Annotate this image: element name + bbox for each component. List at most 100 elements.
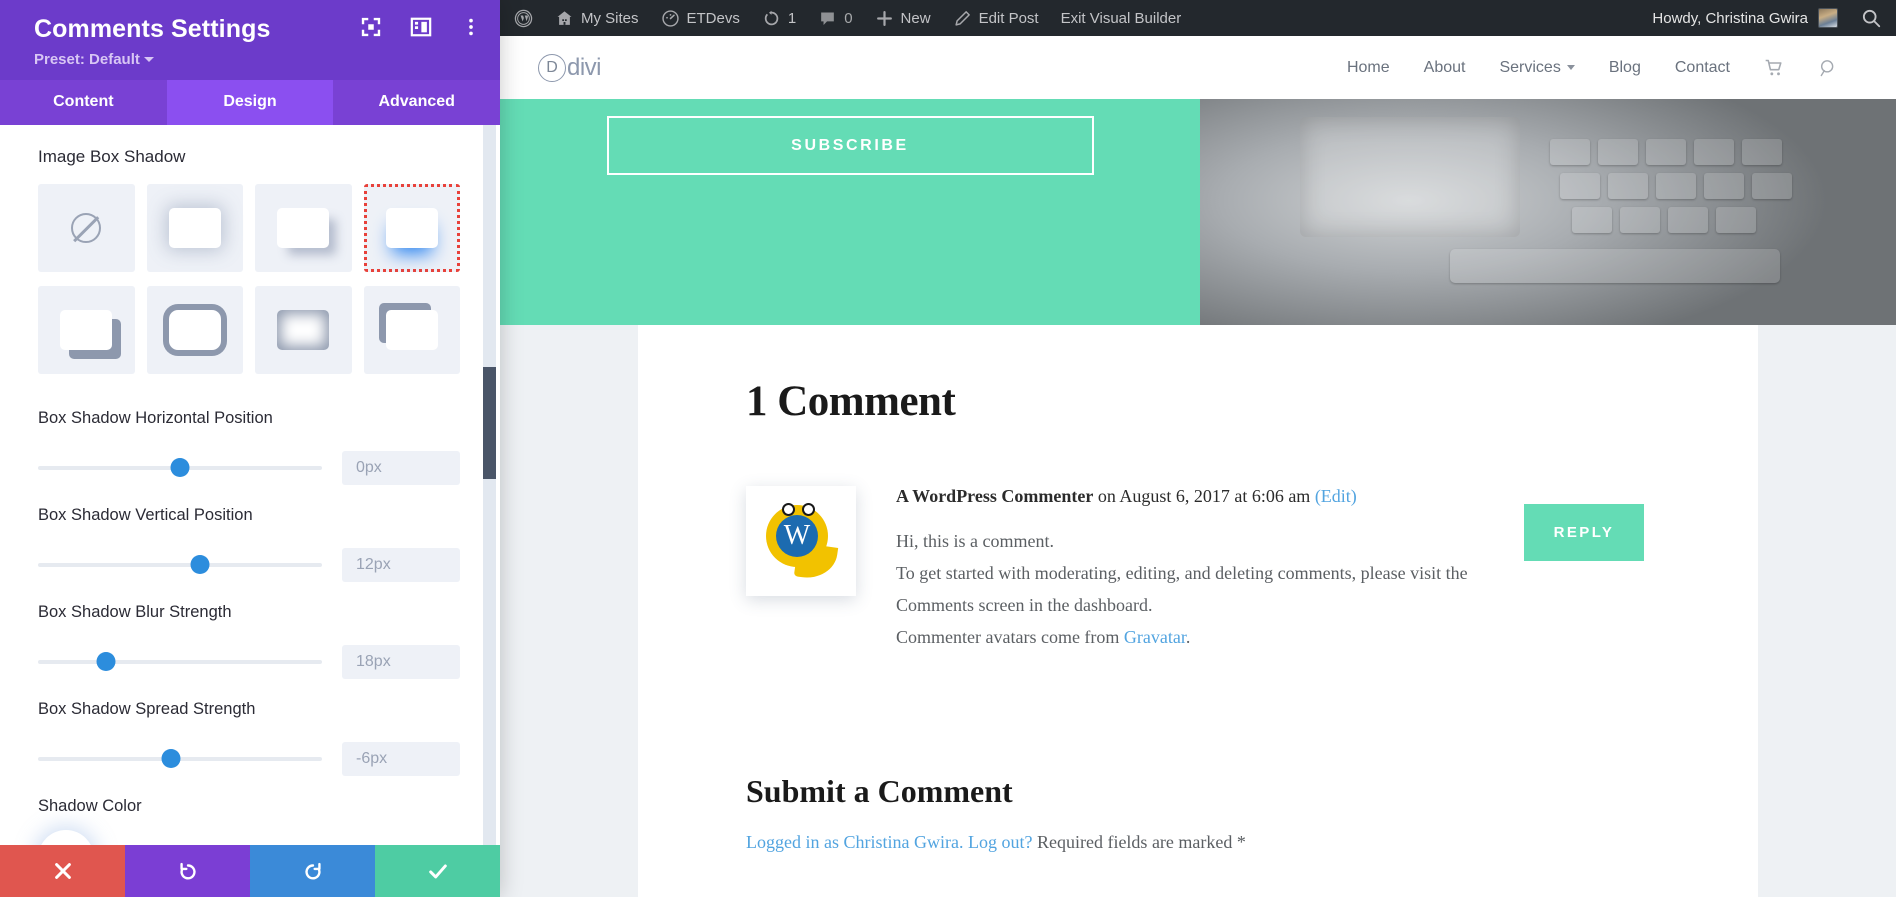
blur-strength-value[interactable]: 18px: [342, 645, 460, 680]
adminbar-new[interactable]: New: [864, 0, 942, 36]
vertical-position-value[interactable]: 12px: [342, 548, 460, 583]
adminbar-updates-count: 1: [787, 9, 797, 27]
site-header: D divi Home About Services Blog Contact: [500, 36, 1896, 99]
slider-track: [38, 563, 322, 568]
settings-panel-body: Image Box Shadow Box Shadow Horizontal P…: [0, 125, 500, 845]
preset-no-shadow[interactable]: [38, 184, 135, 272]
slider-thumb[interactable]: [190, 555, 210, 575]
adminbar-site-name[interactable]: ETDevs: [650, 0, 751, 36]
adminbar-exit-visual-builder[interactable]: Exit Visual Builder: [1050, 0, 1193, 36]
key-decor: [1694, 139, 1734, 165]
comments-settings-panel: Comments Settings Preset: Default Conten…: [0, 0, 501, 897]
blur-strength-slider[interactable]: [38, 651, 322, 673]
shadow-swatch: [385, 310, 438, 350]
slider-thumb[interactable]: [96, 652, 116, 672]
gravatar-link[interactable]: Gravatar: [1124, 627, 1186, 647]
search-icon[interactable]: [1818, 58, 1838, 78]
field-label: Box Shadow Vertical Position: [38, 506, 253, 525]
settings-scrollbar[interactable]: [483, 125, 496, 845]
preset-hard-offset-shadow[interactable]: [38, 286, 135, 374]
adminbar-comments-count: 0: [844, 9, 853, 27]
nav-item-services[interactable]: Services: [1499, 58, 1575, 77]
field-label: Box Shadow Spread Strength: [38, 700, 256, 719]
hero-image: [1200, 99, 1896, 325]
settings-scrollbar-thumb[interactable]: [483, 367, 496, 479]
key-decor: [1668, 207, 1708, 233]
logged-in-link[interactable]: Logged in as Christina Gwira: [746, 832, 959, 852]
slider-thumb[interactable]: [170, 458, 190, 478]
nav-item-contact[interactable]: Contact: [1675, 59, 1730, 77]
shadow-color-label: Shadow Color: [38, 797, 142, 816]
mascot-wp-logo: W: [776, 515, 818, 557]
comment-author: A WordPress Commenter: [896, 486, 1094, 506]
key-decor: [1560, 173, 1600, 199]
horizontal-position-slider[interactable]: [38, 457, 322, 479]
redo-button[interactable]: [250, 845, 375, 897]
adminbar-greeting[interactable]: Howdy, Christina Gwira: [1652, 10, 1808, 27]
no-shadow-icon: [71, 213, 102, 243]
pencil-icon: [954, 10, 970, 26]
search-icon[interactable]: [1860, 7, 1882, 29]
wordpress-mascot-icon: W: [764, 501, 839, 582]
preset-soft-glow-shadow[interactable]: [146, 184, 243, 272]
spread-strength-value[interactable]: -6px: [342, 742, 460, 777]
layout-panel-icon[interactable]: [410, 16, 432, 38]
more-options-icon[interactable]: [460, 16, 482, 38]
save-button[interactable]: [375, 845, 500, 897]
preset-bottom-right-shadow[interactable]: [255, 184, 352, 272]
adminbar-exit-label: Exit Visual Builder: [1060, 9, 1182, 27]
logout-link[interactable]: Log out?: [968, 832, 1033, 852]
site-navigation: Home About Services Blog Contact: [1347, 58, 1838, 78]
horizontal-position-value[interactable]: 0px: [342, 451, 460, 486]
nav-item-services-label: Services: [1499, 58, 1561, 76]
preset-corner-shadow[interactable]: [363, 286, 460, 374]
comment-edit-link[interactable]: (Edit): [1315, 486, 1357, 506]
reply-button[interactable]: REPLY: [1524, 504, 1644, 561]
settings-panel-header: Comments Settings Preset: Default: [0, 0, 500, 80]
preset-outline-shadow[interactable]: [146, 286, 243, 374]
shadow-color-swatch[interactable]: [38, 829, 94, 845]
site-logo[interactable]: D divi: [538, 53, 602, 82]
comment-line: To get started with moderating, editing,…: [896, 563, 1468, 584]
preset-blue-bottom-shadow[interactable]: [363, 184, 460, 272]
key-decor: [1752, 173, 1792, 199]
field-box-shadow-blur-strength: Box Shadow Blur Strength 18px: [38, 602, 460, 680]
key-decor: [1656, 173, 1696, 199]
field-box-shadow-horizontal-position: Box Shadow Horizontal Position 0px: [38, 408, 460, 486]
key-decor: [1572, 207, 1612, 233]
key-decor: [1550, 139, 1590, 165]
undo-button[interactable]: [125, 845, 250, 897]
comments-icon: [821, 11, 835, 25]
key-decor: [1598, 139, 1638, 165]
nav-item-about[interactable]: About: [1424, 59, 1466, 77]
comments-article: 1 Comment W A WordPress Commenter on Aug…: [638, 325, 1758, 897]
website-preview: D divi Home About Services Blog Contact: [500, 36, 1896, 897]
nav-item-blog[interactable]: Blog: [1609, 59, 1641, 77]
subscribe-button[interactable]: SUBSCRIBE: [606, 116, 1094, 175]
redo-icon: [304, 862, 321, 880]
focus-icon[interactable]: [360, 16, 382, 38]
preset-selector[interactable]: Preset: Default: [34, 51, 478, 68]
preset-inset-shadow[interactable]: [255, 286, 352, 374]
cart-icon[interactable]: [1764, 58, 1784, 78]
adminbar-my-sites[interactable]: My Sites: [544, 0, 650, 36]
slider-thumb[interactable]: [161, 749, 181, 769]
adminbar-edit-post[interactable]: Edit Post: [942, 0, 1050, 36]
tab-advanced[interactable]: Advanced: [333, 80, 501, 125]
nav-item-home[interactable]: Home: [1347, 59, 1390, 77]
divi-logo-icon: D: [538, 53, 566, 82]
close-icon: [54, 863, 71, 879]
spread-strength-slider[interactable]: [38, 748, 322, 770]
avatar[interactable]: [1818, 8, 1838, 28]
vertical-position-slider[interactable]: [38, 554, 322, 576]
tab-design[interactable]: Design: [166, 80, 334, 125]
adminbar-comments[interactable]: 0: [807, 0, 863, 36]
adminbar-wordpress-logo[interactable]: [500, 0, 544, 36]
plus-icon: [876, 10, 892, 26]
box-shadow-preset-grid: [38, 184, 460, 374]
adminbar-updates[interactable]: 1: [751, 0, 807, 36]
adminbar-account-area: Howdy, Christina Gwira: [1652, 7, 1896, 29]
discard-button[interactable]: [0, 845, 125, 897]
gravatar-prefix: Commenter avatars come from: [896, 627, 1124, 648]
tab-content[interactable]: Content: [0, 80, 167, 125]
